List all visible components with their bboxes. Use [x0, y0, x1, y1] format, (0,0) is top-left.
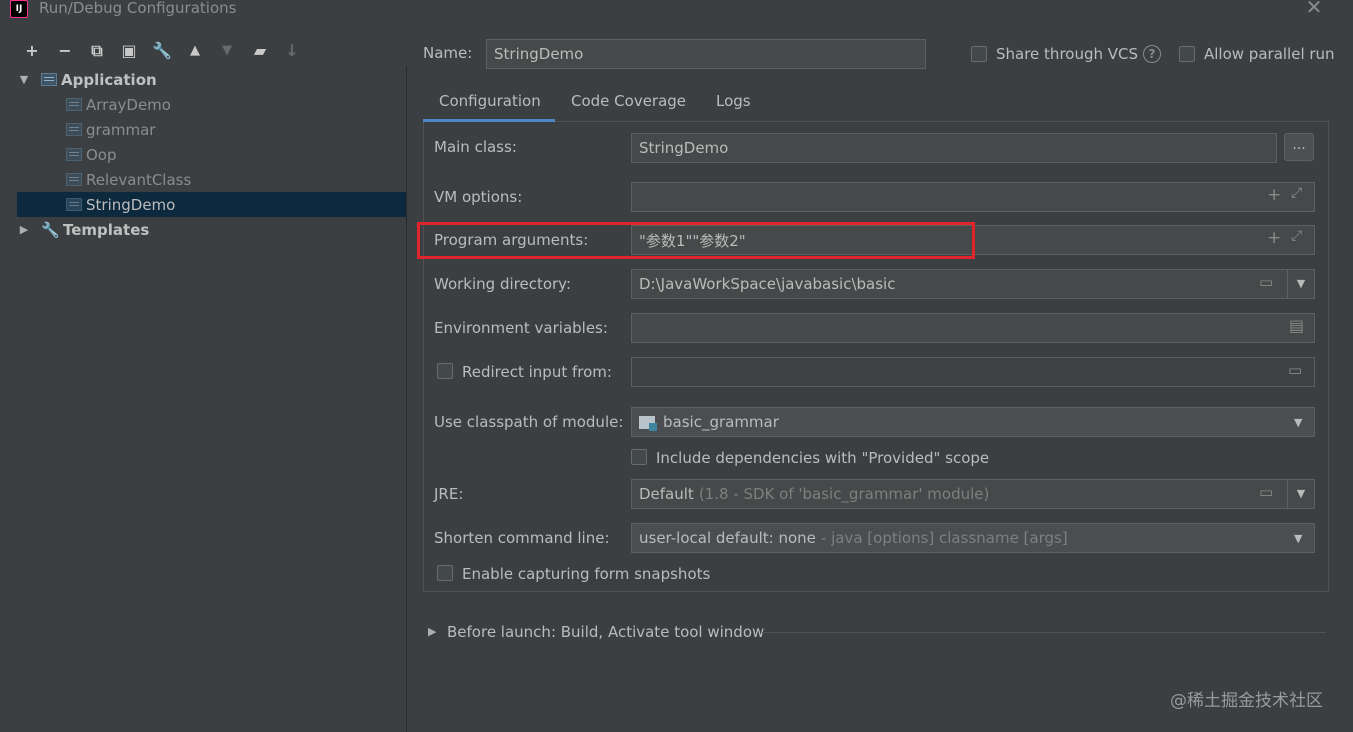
expand-icon[interactable]: ⤢ — [1291, 228, 1302, 244]
tree-node-application[interactable]: ▼ Application — [17, 67, 406, 92]
remove-icon[interactable]: − — [54, 40, 76, 62]
parallel-run-label: Allow parallel run — [1204, 45, 1335, 63]
tree-label: Application — [61, 70, 157, 89]
tree-label: grammar — [86, 120, 156, 139]
jre-detail: (1.8 - SDK of 'basic_grammar' module) — [698, 485, 990, 503]
working-directory-label: Working directory: — [434, 275, 572, 293]
tree-label: Templates — [63, 220, 150, 239]
classpath-module-select[interactable]: basic_grammar — [631, 407, 1315, 437]
jre-label: JRE: — [434, 485, 464, 503]
shorten-command-line-label: Shorten command line: — [434, 529, 610, 547]
plus-icon[interactable]: + — [1267, 185, 1281, 205]
shorten-value: user-local default: none — [639, 529, 816, 547]
parallel-run-checkbox[interactable] — [1179, 46, 1195, 62]
new-folder-icon[interactable]: ▰ — [249, 40, 271, 62]
tree-item-arraydemo[interactable]: ArrayDemo — [17, 92, 406, 117]
vm-options-input[interactable] — [631, 182, 1315, 212]
application-config-icon — [66, 123, 82, 136]
capture-snapshots-label: Enable capturing form snapshots — [462, 565, 711, 583]
working-directory-dropdown[interactable]: ▼ — [1287, 269, 1315, 299]
tree-label: Oop — [86, 145, 117, 164]
intellij-logo-icon: IJ — [10, 0, 28, 18]
application-config-icon — [66, 198, 82, 211]
document-icon[interactable]: ▤ — [1289, 316, 1304, 335]
configuration-tree: ▼ Application ArrayDemo grammar Oop Rele… — [17, 66, 406, 732]
before-launch-divider — [762, 632, 1326, 633]
environment-variables-label: Environment variables: — [434, 319, 608, 337]
highlight-annotation — [417, 222, 975, 259]
vm-options-label: VM options: — [434, 188, 523, 206]
share-vcs-checkbox[interactable] — [971, 46, 987, 62]
redirect-input-checkbox[interactable] — [437, 363, 453, 379]
tree-label: ArrayDemo — [86, 95, 171, 114]
main-class-input[interactable]: StringDemo — [631, 133, 1277, 163]
tab-configuration[interactable]: Configuration — [439, 88, 541, 122]
tab-logs[interactable]: Logs — [716, 88, 751, 122]
chevron-down-icon[interactable]: ▼ — [17, 73, 31, 86]
copy-icon[interactable]: ⧉ — [86, 40, 108, 62]
environment-variables-input[interactable] — [631, 313, 1315, 343]
help-icon[interactable]: ? — [1143, 45, 1161, 63]
application-config-icon — [41, 73, 57, 86]
module-folder-icon — [639, 415, 657, 431]
classpath-module-label: Use classpath of module: — [434, 413, 624, 431]
jre-input[interactable]: Default (1.8 - SDK of 'basic_grammar' mo… — [631, 479, 1288, 509]
window-title: Run/Debug Configurations — [39, 0, 237, 17]
application-config-icon — [66, 98, 82, 111]
sort-icon[interactable]: ↓ — [281, 40, 303, 62]
panel-divider — [406, 66, 407, 732]
include-dependencies-label: Include dependencies with "Provided" sco… — [656, 449, 990, 467]
folder-icon[interactable]: ▭ — [1259, 483, 1273, 501]
expand-icon[interactable]: ⤢ — [1291, 185, 1302, 201]
chevron-down-icon[interactable]: ▼ — [1294, 416, 1302, 429]
tree-label: RelevantClass — [86, 170, 192, 189]
before-launch-label[interactable]: Before launch: Build, Activate tool wind… — [447, 623, 764, 641]
folder-icon[interactable]: ▭ — [1259, 273, 1273, 291]
folder-icon[interactable]: ▭ — [1288, 361, 1302, 379]
browse-main-class-button[interactable]: ... — [1284, 133, 1314, 161]
redirect-input-field[interactable] — [631, 357, 1315, 387]
shorten-command-line-select[interactable]: user-local default: none - java [options… — [631, 523, 1315, 553]
name-input[interactable]: StringDemo — [486, 39, 926, 69]
application-config-icon — [66, 148, 82, 161]
wrench-icon[interactable]: 🔧 — [151, 40, 173, 62]
tree-item-grammar[interactable]: grammar — [17, 117, 406, 142]
tree-item-stringdemo[interactable]: StringDemo — [17, 192, 406, 217]
include-dependencies-checkbox[interactable] — [631, 449, 647, 465]
jre-dropdown[interactable]: ▼ — [1287, 479, 1315, 509]
name-label: Name: — [423, 44, 473, 62]
shorten-detail: - java [options] classname [args] — [820, 529, 1068, 547]
capture-snapshots-checkbox[interactable] — [437, 565, 453, 581]
tab-code-coverage[interactable]: Code Coverage — [571, 88, 686, 122]
add-icon[interactable]: + — [21, 40, 43, 62]
chevron-down-icon[interactable]: ▼ — [1294, 532, 1302, 545]
save-icon[interactable]: ▣ — [118, 40, 140, 62]
classpath-module-value: basic_grammar — [663, 413, 779, 431]
plus-icon[interactable]: + — [1267, 228, 1281, 248]
chevron-right-icon[interactable]: ▶ — [17, 223, 31, 236]
main-class-label: Main class: — [434, 138, 517, 156]
tree-item-oop[interactable]: Oop — [17, 142, 406, 167]
redirect-input-label: Redirect input from: — [462, 363, 612, 381]
tree-item-relevantclass[interactable]: RelevantClass — [17, 167, 406, 192]
jre-value: Default — [639, 485, 694, 503]
application-config-icon — [66, 173, 82, 186]
watermark: @稀土掘金技术社区 — [1170, 691, 1323, 711]
close-icon[interactable]: ✕ — [1303, 0, 1325, 18]
move-down-icon[interactable]: ▼ — [216, 40, 238, 62]
move-up-icon[interactable]: ▲ — [184, 40, 206, 62]
tree-node-templates[interactable]: ▶ 🔧 Templates — [17, 217, 406, 242]
working-directory-input[interactable]: D:\JavaWorkSpace\javabasic\basic — [631, 269, 1288, 299]
chevron-right-icon[interactable]: ▶ — [428, 625, 436, 638]
share-vcs-label: Share through VCS — [996, 45, 1139, 63]
wrench-icon: 🔧 — [41, 220, 60, 239]
tree-label: StringDemo — [86, 195, 176, 214]
